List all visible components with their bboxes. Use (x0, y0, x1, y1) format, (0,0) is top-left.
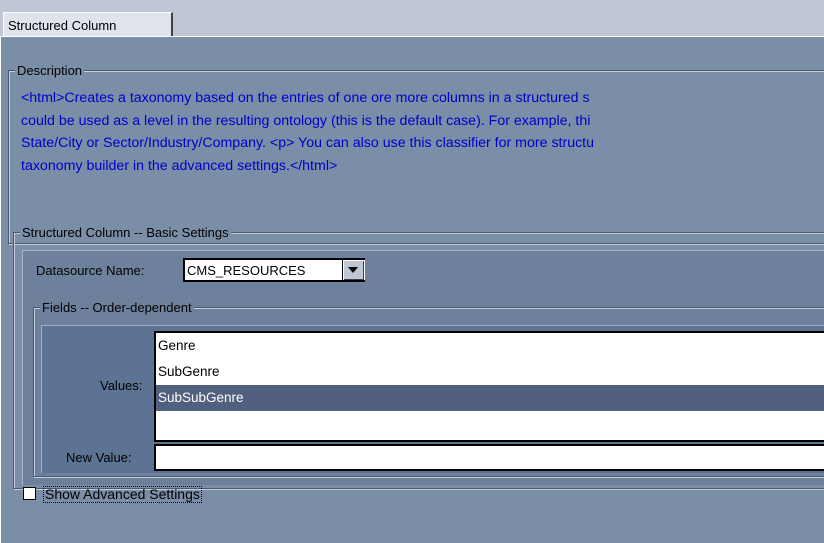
fields-legend: Fields -- Order-dependent (40, 300, 194, 315)
list-item[interactable]: SubGenre (156, 359, 824, 385)
description-line: State/City or Sector/Industry/Company. <… (21, 135, 595, 152)
tab-strip: Structured Column (0, 0, 824, 37)
advanced-settings-checkbox[interactable] (23, 487, 36, 500)
basic-settings-group: Structured Column -- Basic Settings Data… (13, 225, 824, 489)
fields-panel: Values: Genre SubGenre SubSubGenre New V… (41, 325, 824, 473)
new-value-label: New Value: (66, 450, 132, 465)
values-listbox[interactable]: Genre SubGenre SubSubGenre (154, 331, 824, 442)
list-item[interactable]: Genre (156, 333, 824, 359)
description-text: <html>Creates a taxonomy based on the en… (21, 87, 824, 178)
basic-settings-panel: Datasource Name: CMS_RESOURCES Fields --… (22, 250, 824, 485)
description-line: taxonomy builder in the advanced setting… (21, 158, 338, 175)
chevron-down-icon (348, 267, 358, 273)
fields-group: Fields -- Order-dependent Values: Genre … (33, 300, 824, 477)
datasource-combobox[interactable]: CMS_RESOURCES (183, 258, 365, 282)
description-group: Description <html>Creates a taxonomy bas… (8, 63, 824, 244)
list-item-selected[interactable]: SubSubGenre (156, 385, 824, 411)
datasource-dropdown-button[interactable] (342, 260, 364, 280)
new-value-input[interactable] (154, 444, 824, 471)
description-line: could be used as a level in the resultin… (21, 112, 591, 129)
description-line: <html>Creates a taxonomy based on the en… (21, 90, 590, 106)
settings-panel: Description <html>Creates a taxonomy bas… (0, 36, 824, 543)
basic-settings-legend: Structured Column -- Basic Settings (20, 225, 231, 240)
datasource-label: Datasource Name: (36, 263, 145, 278)
list-item[interactable] (156, 411, 824, 437)
datasource-value: CMS_RESOURCES (187, 263, 306, 278)
advanced-settings-label[interactable]: Show Advanced Settings (43, 486, 202, 503)
description-legend: Description (15, 63, 85, 78)
tab-structured-column[interactable]: Structured Column (3, 12, 173, 36)
values-label: Values: (100, 378, 143, 393)
